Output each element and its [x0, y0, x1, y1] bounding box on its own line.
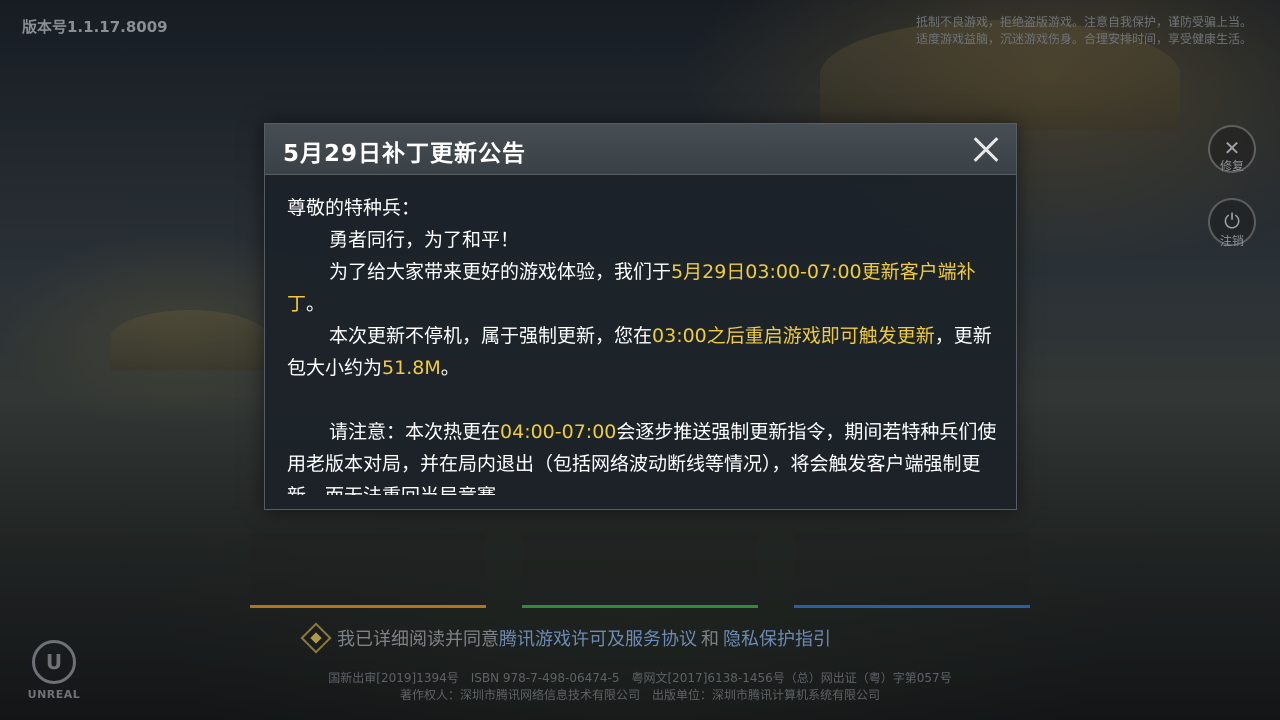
repair-label: 修复 [1219, 159, 1244, 173]
version-label: 版本号1.1.17.8009 [22, 18, 168, 36]
update-time-paragraph: 为了给大家带来更好的游戏体验，我们于5月29日03:00-07:00更新客户端补… [287, 256, 999, 320]
health-notice: 抵制不良游戏，拒绝盗版游戏。注意自我保护，谨防受骗上当。 适度游戏益脑，沉迷游戏… [916, 14, 1252, 48]
patch-notice-dialog: 5月29日补丁更新公告 尊敬的特种兵： 勇者同行，为了和平！ 为了给大家带来更好… [264, 123, 1017, 510]
login-button-guest[interactable] [794, 533, 1030, 608]
privacy-guide-link[interactable]: 隐私保护指引 [723, 629, 831, 650]
footer-copyright-line: 著作权人：深圳市腾讯网络信息技术有限公司 出版单位：深圳市腾讯计算机系统有限公司 [399, 688, 880, 702]
agreement-and: 和 [701, 629, 719, 650]
hotfix-text: 请注意：本次热更在 [329, 421, 501, 443]
login-button-qq[interactable] [250, 533, 486, 608]
hotfix-notice-paragraph: 请注意：本次热更在04:00-07:00会逐步推送强制更新指令，期间若特种兵们使… [287, 416, 999, 495]
package-size-highlight: 51.8M [382, 357, 441, 379]
forced-update-text: 本次更新不停机，属于强制更新，您在 [329, 325, 653, 347]
forced-update-end: 。 [440, 357, 460, 379]
logout-label: 注销 [1219, 234, 1244, 248]
dialog-body[interactable]: 尊敬的特种兵： 勇者同行，为了和平！ 为了给大家带来更好的游戏体验，我们于5月2… [287, 192, 999, 495]
update-time-text: 为了给大家带来更好的游戏体验，我们于 [329, 261, 672, 283]
agreement-checkbox[interactable] [300, 622, 332, 654]
close-icon[interactable] [968, 132, 1002, 166]
unreal-engine-logo: U UNREAL [24, 640, 84, 701]
service-agreement-link[interactable]: 腾讯游戏许可及服务协议 [499, 629, 697, 650]
hotfix-time-highlight: 04:00-07:00 [500, 421, 617, 443]
agreement-row: 我已详细阅读并同意腾讯游戏许可及服务协议和隐私保护指引 [300, 622, 831, 654]
footer-license-line: 国新出审[2019]1394号 ISBN 978-7-498-06474-5 粤… [328, 671, 952, 685]
motto-line: 勇者同行，为了和平！ [329, 229, 520, 251]
forced-update-paragraph: 本次更新不停机，属于强制更新，您在03:00之后重启游戏即可触发更新，更新包大小… [287, 320, 999, 384]
restart-highlight: 03:00之后重启游戏即可触发更新 [652, 325, 935, 347]
unreal-u-icon: U [32, 640, 76, 684]
checkmark-icon [310, 632, 322, 644]
unreal-logo-text: UNREAL [27, 688, 81, 701]
agreement-text: 我已详细阅读并同意腾讯游戏许可及服务协议和隐私保护指引 [337, 625, 831, 651]
dialog-header: 5月29日补丁更新公告 [265, 124, 1016, 175]
health-notice-line: 适度游戏益脑，沉迷游戏伤身。合理安排时间，享受健康生活。 [915, 32, 1252, 46]
login-button-wechat[interactable] [522, 533, 758, 608]
greeting: 尊敬的特种兵： [287, 197, 421, 219]
dialog-title: 5月29日补丁更新公告 [283, 141, 527, 167]
agreement-prefix: 我已详细阅读并同意 [337, 629, 499, 650]
update-time-end: 。 [306, 293, 326, 315]
health-notice-line: 抵制不良游戏，拒绝盗版游戏。注意自我保护，谨防受骗上当。 [915, 15, 1252, 29]
power-icon: ⏻ [1224, 209, 1240, 233]
